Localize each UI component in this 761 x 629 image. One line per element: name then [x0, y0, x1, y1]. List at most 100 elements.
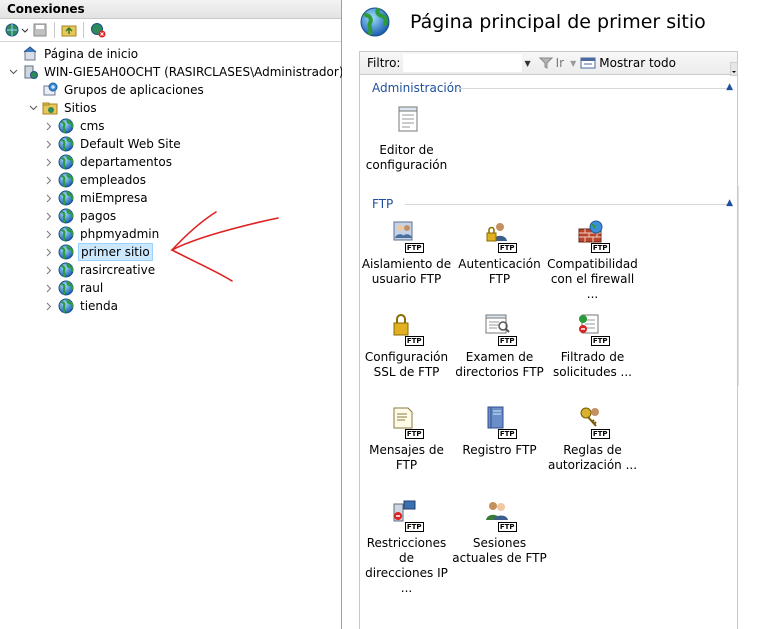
- ftp-badge: FTP: [404, 522, 424, 532]
- tree-item[interactable]: Default Web Site: [44, 135, 183, 153]
- site-globe-icon: [359, 6, 393, 43]
- ftp-badge: FTP: [497, 243, 517, 253]
- funnel-icon: [538, 57, 553, 69]
- show-all-button[interactable]: Mostrar todo: [580, 56, 676, 70]
- expand-chevron-icon[interactable]: [44, 135, 54, 153]
- expand-chevron-icon[interactable]: [44, 297, 54, 315]
- ftp-badge: FTP: [497, 336, 517, 346]
- ftp-messages-icon: FTP: [390, 405, 424, 439]
- tree-item[interactable]: tienda: [44, 297, 120, 315]
- globe-icon: [58, 280, 74, 296]
- expand-chevron-icon[interactable]: [44, 279, 54, 297]
- toolbar-separator: [83, 22, 84, 38]
- ftp-user-isolation-icon: FTP: [390, 219, 424, 253]
- page-title: Página principal de primer sitio: [410, 11, 706, 33]
- expand-chevron-icon[interactable]: [44, 117, 54, 135]
- group-header-ftp[interactable]: FTP: [372, 197, 393, 211]
- collapse-administracion-icon[interactable]: ▲: [726, 82, 733, 92]
- feature-label-line1: Mensajes de FTP: [369, 443, 444, 472]
- ftp-sessions-icon: FTP: [483, 498, 517, 532]
- feature-ftp-user-isolation[interactable]: FTP Aislamiento de usuario FTP: [359, 219, 454, 287]
- tree-item[interactable]: cms: [44, 117, 107, 135]
- go-dropdown-icon[interactable]: ▼: [570, 59, 576, 68]
- tree-item[interactable]: WIN-GIE5AH0OCHT (RASIRCLASES\Administrad…: [8, 63, 346, 81]
- folder-up-icon: [61, 25, 77, 37]
- filter-dropdown-icon[interactable]: ▼: [524, 59, 530, 68]
- feature-ftp-directory-browsing[interactable]: FTP Examen de directorios FTP: [452, 312, 547, 380]
- home-server-icon: [22, 46, 38, 62]
- tree-item-label: raul: [80, 281, 104, 295]
- right-edge-divider: [738, 186, 739, 386]
- feature-ftp-firewall[interactable]: FTP Compatibilidad con el firewall ...: [545, 219, 640, 302]
- feature-ftp-ip-restrictions[interactable]: FTP Restricciones de direcciones IP ...: [359, 498, 454, 596]
- expand-chevron-icon[interactable]: [44, 153, 54, 171]
- collapse-chevron-icon[interactable]: [28, 99, 38, 117]
- tree-item-label: primer sitio: [78, 243, 153, 261]
- feature-ftp-logging[interactable]: FTP Registro FTP: [452, 405, 547, 458]
- site-home-panel: Página principal de primer sitio Filtro:…: [359, 0, 761, 629]
- tree-item[interactable]: rasircreative: [44, 261, 157, 279]
- tree-item[interactable]: empleados: [44, 171, 148, 189]
- feature-label-line2: usuario FTP: [371, 272, 442, 286]
- collapse-chevron-icon[interactable]: [8, 63, 18, 81]
- connect-dropdown-button[interactable]: [4, 21, 28, 39]
- feature-label-line1: Editor de: [379, 143, 434, 157]
- ftp-badge: FTP: [404, 336, 424, 346]
- feature-ftp-authorization[interactable]: FTP Reglas de autorización ...: [545, 405, 640, 473]
- save-button[interactable]: [31, 21, 49, 39]
- tree-item-label: tienda: [80, 299, 118, 313]
- globe-icon: [58, 226, 74, 242]
- tree-item[interactable]: Grupos de aplicaciones: [28, 81, 206, 99]
- connections-header: Conexiones: [0, 0, 341, 19]
- expand-chevron-icon[interactable]: [44, 207, 54, 225]
- tree-item-label: WIN-GIE5AH0OCHT (RASIRCLASES\Administrad…: [44, 65, 344, 79]
- disconnect-button[interactable]: [89, 21, 107, 39]
- feature-ftp-request-filtering[interactable]: FTP Filtrado de solicitudes ...: [545, 312, 640, 380]
- tree-item-label: Página de inicio: [44, 47, 139, 61]
- tree-item[interactable]: departamentos: [44, 153, 174, 171]
- feature-config-editor[interactable]: Editor de configuración: [359, 105, 454, 173]
- save-icon: [33, 23, 47, 37]
- expand-chevron-icon[interactable]: [44, 225, 54, 243]
- tree-item-label: rasircreative: [80, 263, 156, 277]
- feature-label-line1: Configuración: [364, 350, 449, 364]
- group-header-administracion[interactable]: Administración: [372, 81, 462, 95]
- tree-item[interactable]: phpmyadmin: [44, 225, 161, 243]
- collapse-ftp-icon[interactable]: ▲: [726, 198, 733, 208]
- tree-item-label: Grupos de aplicaciones: [64, 83, 204, 97]
- filter-input[interactable]: [403, 54, 523, 72]
- feature-ftp-authentication[interactable]: FTP Autenticación FTP: [452, 219, 547, 287]
- tree-item[interactable]: miEmpresa: [44, 189, 150, 207]
- toolbar-overflow-button[interactable]: [729, 61, 739, 77]
- tree-item-label: miEmpresa: [80, 191, 148, 205]
- feature-label-line2: SSL de FTP: [373, 365, 440, 379]
- up-level-button[interactable]: [60, 21, 78, 39]
- feature-ftp-messages[interactable]: FTP Mensajes de FTP: [359, 405, 454, 473]
- ftp-ip-restrictions-icon: FTP: [390, 498, 424, 532]
- feature-label-line2: autorización ...: [547, 458, 638, 472]
- expand-chevron-icon[interactable]: [44, 261, 54, 279]
- globe-icon: [58, 208, 74, 224]
- tree-item[interactable]: pagos: [44, 207, 118, 225]
- tree-item-label: empleados: [80, 173, 146, 187]
- ftp-directory-browsing-icon: FTP: [483, 312, 517, 346]
- panel-splitter[interactable]: [342, 0, 359, 629]
- expand-chevron-icon[interactable]: [44, 243, 54, 261]
- features-view: Administración ▲ Editor de configuración…: [359, 75, 738, 629]
- tree-item[interactable]: raul: [44, 279, 105, 297]
- tree-item[interactable]: Sitios: [28, 99, 99, 117]
- tree-item-label: Sitios: [64, 101, 97, 115]
- feature-ftp-ssl[interactable]: FTP Configuración SSL de FTP: [359, 312, 454, 380]
- group-divider: [458, 88, 728, 89]
- go-button[interactable]: Ir ▼: [538, 56, 576, 70]
- connections-panel: Conexiones Página de inicio WIN-GIE5AH0OC…: [0, 0, 344, 629]
- expand-chevron-icon[interactable]: [44, 189, 54, 207]
- expand-chevron-icon[interactable]: [44, 171, 54, 189]
- feature-label-line1: Sesiones: [472, 536, 527, 550]
- tree-item[interactable]: Página de inicio: [8, 45, 140, 63]
- feature-ftp-sessions[interactable]: FTP Sesiones actuales de FTP: [452, 498, 547, 566]
- tree-item[interactable]: primer sitio: [44, 243, 153, 261]
- disconnect-icon: [91, 23, 106, 38]
